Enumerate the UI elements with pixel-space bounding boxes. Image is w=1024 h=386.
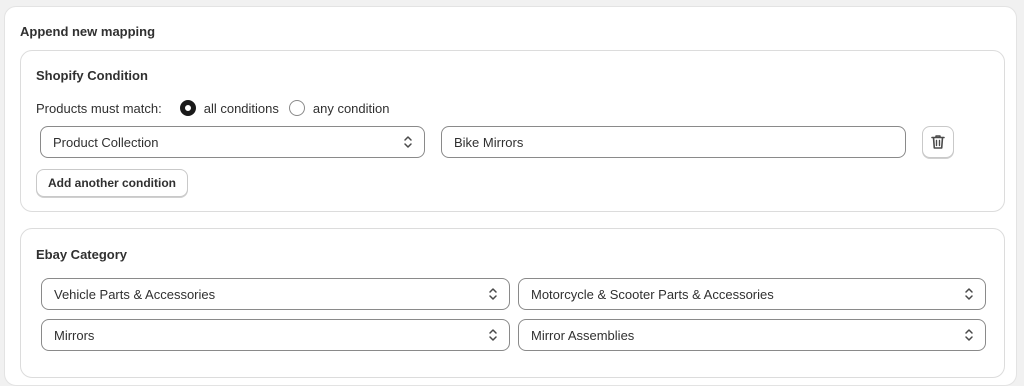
any-condition-radio[interactable]: [288, 100, 305, 116]
chevron-updown-icon: [965, 329, 973, 341]
trash-icon: [931, 135, 945, 149]
all-conditions-radio[interactable]: [179, 100, 196, 116]
append-mapping-panel: Append new mapping Shopify Condition Pro…: [4, 6, 1017, 386]
condition-field-value: Product Collection: [53, 134, 159, 150]
chevron-updown-icon: [489, 288, 497, 300]
ebay-category-value-4: Mirror Assemblies: [531, 327, 635, 343]
ebay-category-value-2: Motorcycle & Scooter Parts & Accessories: [531, 286, 774, 302]
ebay-category-value-1: Vehicle Parts & Accessories: [54, 286, 216, 302]
add-condition-button[interactable]: Add another condition: [36, 169, 188, 197]
ebay-category-select-2[interactable]: Motorcycle & Scooter Parts & Accessories: [518, 278, 986, 310]
match-mode-row: Products must match: all conditions any …: [36, 100, 400, 116]
ebay-category-select-3[interactable]: Mirrors: [41, 319, 510, 351]
all-conditions-label[interactable]: all conditions: [204, 101, 279, 116]
condition-value-text: Bike Mirrors: [454, 134, 524, 150]
any-condition-label[interactable]: any condition: [313, 101, 390, 116]
ebay-category-title: Ebay Category: [36, 247, 128, 262]
chevron-updown-icon: [965, 288, 973, 300]
ebay-category-card: Ebay Category Vehicle Parts & Accessorie…: [20, 228, 1005, 378]
match-label: Products must match:: [36, 100, 162, 116]
section-title: Append new mapping: [20, 24, 156, 39]
ebay-category-select-4[interactable]: Mirror Assemblies: [518, 319, 986, 351]
ebay-category-select-1[interactable]: Vehicle Parts & Accessories: [41, 278, 510, 310]
condition-value-input[interactable]: Bike Mirrors: [441, 126, 906, 158]
delete-condition-button[interactable]: [922, 126, 954, 158]
ebay-category-value-3: Mirrors: [54, 327, 95, 343]
shopify-condition-card: Shopify Condition Products must match: a…: [20, 50, 1005, 212]
chevron-updown-icon: [404, 136, 412, 148]
chevron-updown-icon: [489, 329, 497, 341]
shopify-condition-title: Shopify Condition: [36, 68, 148, 83]
condition-field-select[interactable]: Product Collection: [40, 126, 425, 158]
